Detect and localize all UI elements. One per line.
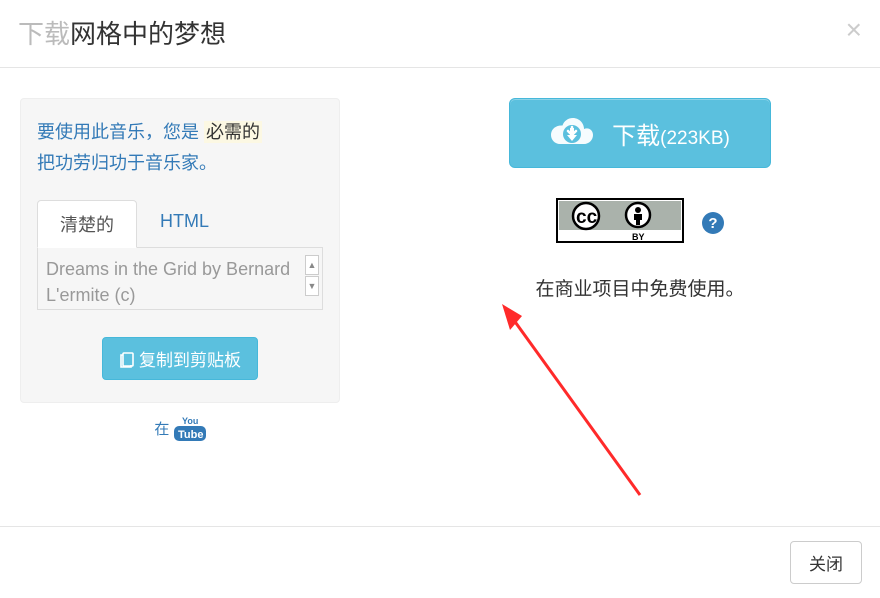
dialog-body: 要使用此音乐，您是 必需的 把功劳归功于音乐家。 清楚的 HTML ▲ ▼ — [0, 68, 880, 455]
youtube-icon: You Tube — [174, 415, 206, 445]
attribution-text: 要使用此音乐，您是 必需的 把功劳归功于音乐家。 — [37, 117, 323, 178]
svg-text:Tube: Tube — [178, 429, 203, 441]
tab-html[interactable]: HTML — [137, 200, 232, 248]
attribution-box: 要使用此音乐，您是 必需的 把功劳归功于音乐家。 清楚的 HTML ▲ ▼ — [20, 98, 340, 403]
cc-by-badge-icon[interactable]: cc BY — [556, 198, 684, 248]
credit-textarea[interactable] — [37, 248, 323, 310]
download-label: 下载(223KB) — [612, 116, 730, 151]
youtube-prefix: 在 — [154, 421, 169, 438]
tabs: 清楚的 HTML — [37, 200, 323, 248]
tab-plain[interactable]: 清楚的 — [37, 200, 137, 248]
svg-text:BY: BY — [632, 232, 645, 242]
required-badge: 必需的 — [204, 121, 262, 143]
cloud-download-icon — [550, 115, 594, 151]
download-text: 下载 — [612, 123, 660, 150]
attr-line1-before: 要使用此音乐，您是 — [37, 122, 199, 142]
youtube-link[interactable]: 在 You Tube — [20, 415, 340, 445]
right-column: 下载(223KB) cc BY ? 在商业项目中免费使用。 — [420, 98, 860, 445]
close-button[interactable]: 关闭 — [790, 541, 862, 584]
title-prefix: 下载 — [18, 19, 70, 49]
clipboard-icon — [119, 350, 135, 368]
attr-line2: 把功劳归功于音乐家。 — [37, 153, 217, 173]
copy-button[interactable]: 复制到剪贴板 — [102, 337, 258, 380]
license-row: cc BY ? — [556, 198, 724, 248]
svg-text:You: You — [182, 416, 198, 426]
credit-area: ▲ ▼ — [37, 248, 323, 315]
copy-label: 复制到剪贴板 — [139, 346, 241, 371]
chevron-down-icon[interactable]: ▼ — [305, 276, 319, 296]
close-icon[interactable]: × — [846, 16, 862, 44]
svg-text:cc: cc — [576, 207, 598, 228]
dialog-header: 下载网格中的梦想 × — [0, 0, 880, 68]
commercial-text: 在商业项目中免费使用。 — [535, 274, 744, 301]
scroll-spinner: ▲ ▼ — [305, 255, 319, 296]
help-icon[interactable]: ? — [702, 212, 724, 234]
title-name: 网格中的梦想 — [70, 19, 226, 49]
download-size: (223KB) — [660, 128, 730, 149]
left-column: 要使用此音乐，您是 必需的 把功劳归功于音乐家。 清楚的 HTML ▲ ▼ — [20, 98, 340, 445]
dialog-footer: 关闭 — [0, 526, 880, 598]
download-button[interactable]: 下载(223KB) — [509, 98, 771, 168]
chevron-up-icon[interactable]: ▲ — [305, 255, 319, 275]
